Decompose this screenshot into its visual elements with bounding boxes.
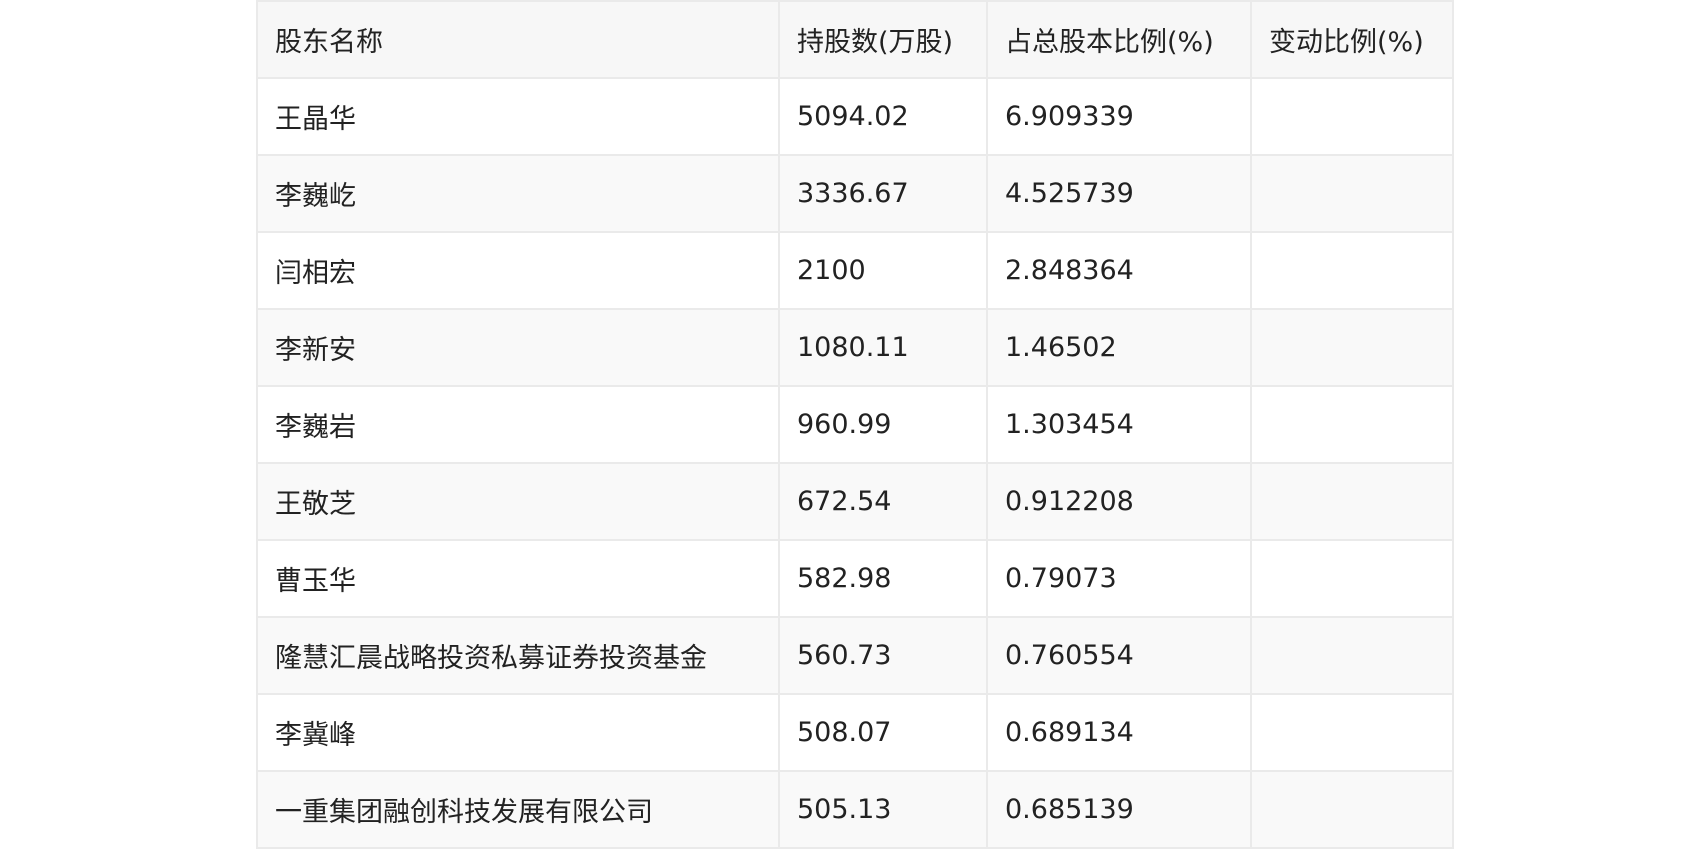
header-shares-held: 持股数(万股) [778,0,988,79]
cell-shareholder-name: 曹玉华 [256,539,780,618]
cell-shareholder-name: 闫相宏 [256,231,780,310]
cell-share-percentage: 4.525739 [986,154,1252,233]
cell-shares-held: 960.99 [778,385,988,464]
table-body: 王晶华 5094.02 6.909339 李巍屹 3336.67 4.52573… [256,77,1454,849]
table-row: 王敬芝 672.54 0.912208 [256,462,1454,541]
cell-change-ratio [1250,770,1454,849]
header-row: 股东名称 持股数(万股) 占总股本比例(%) 变动比例(%) [256,0,1454,79]
table-row: 李新安 1080.11 1.46502 [256,308,1454,387]
table-row: 隆慧汇晨战略投资私募证券投资基金 560.73 0.760554 [256,616,1454,695]
cell-shareholder-name: 李巍岩 [256,385,780,464]
table-row: 王晶华 5094.02 6.909339 [256,77,1454,156]
table-row: 李巍屹 3336.67 4.525739 [256,154,1454,233]
cell-share-percentage: 0.685139 [986,770,1252,849]
cell-change-ratio [1250,308,1454,387]
cell-share-percentage: 0.689134 [986,693,1252,772]
cell-shares-held: 560.73 [778,616,988,695]
cell-change-ratio [1250,616,1454,695]
cell-shares-held: 1080.11 [778,308,988,387]
shareholder-table: 股东名称 持股数(万股) 占总股本比例(%) 变动比例(%) 王晶华 5094.… [256,0,1454,849]
table-row: 闫相宏 2100 2.848364 [256,231,1454,310]
table-row: 曹玉华 582.98 0.79073 [256,539,1454,618]
cell-share-percentage: 1.46502 [986,308,1252,387]
cell-shareholder-name: 隆慧汇晨战略投资私募证券投资基金 [256,616,780,695]
cell-share-percentage: 0.912208 [986,462,1252,541]
cell-shareholder-name: 一重集团融创科技发展有限公司 [256,770,780,849]
table-row: 李巍岩 960.99 1.303454 [256,385,1454,464]
cell-change-ratio [1250,231,1454,310]
cell-change-ratio [1250,693,1454,772]
cell-share-percentage: 1.303454 [986,385,1252,464]
cell-change-ratio [1250,77,1454,156]
cell-shares-held: 582.98 [778,539,988,618]
cell-share-percentage: 6.909339 [986,77,1252,156]
cell-shares-held: 505.13 [778,770,988,849]
header-shareholder-name: 股东名称 [256,0,780,79]
cell-shares-held: 672.54 [778,462,988,541]
header-share-percentage: 占总股本比例(%) [986,0,1252,79]
cell-shares-held: 3336.67 [778,154,988,233]
cell-shares-held: 2100 [778,231,988,310]
cell-change-ratio [1250,154,1454,233]
cell-shareholder-name: 王敬芝 [256,462,780,541]
cell-shares-held: 508.07 [778,693,988,772]
table-row: 一重集团融创科技发展有限公司 505.13 0.685139 [256,770,1454,849]
cell-change-ratio [1250,539,1454,618]
cell-share-percentage: 0.760554 [986,616,1252,695]
cell-shareholder-name: 李新安 [256,308,780,387]
cell-share-percentage: 2.848364 [986,231,1252,310]
cell-change-ratio [1250,462,1454,541]
table-row: 李冀峰 508.07 0.689134 [256,693,1454,772]
cell-share-percentage: 0.79073 [986,539,1252,618]
header-change-ratio: 变动比例(%) [1250,0,1454,79]
cell-shareholder-name: 李冀峰 [256,693,780,772]
cell-change-ratio [1250,385,1454,464]
cell-shareholder-name: 王晶华 [256,77,780,156]
cell-shareholder-name: 李巍屹 [256,154,780,233]
cell-shares-held: 5094.02 [778,77,988,156]
table-header: 股东名称 持股数(万股) 占总股本比例(%) 变动比例(%) [256,0,1454,79]
